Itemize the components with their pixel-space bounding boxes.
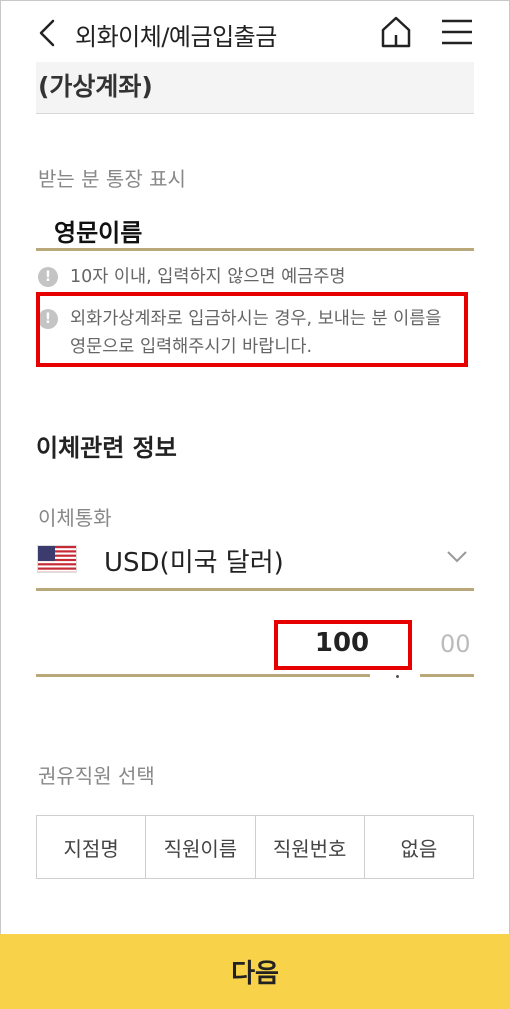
amount-underline xyxy=(36,674,370,677)
us-flag-icon xyxy=(37,545,77,573)
transfer-info-title: 이체관련 정보 xyxy=(36,434,177,462)
notice-length: ! 10자 이내, 입력하지 않으면 예금주명 xyxy=(38,263,345,291)
decimal-point xyxy=(396,675,399,678)
virtual-account-text: (가상계좌) xyxy=(38,72,153,101)
notice-length-text: 10자 이내, 입력하지 않으면 예금주명 xyxy=(70,267,346,287)
currency-select[interactable]: USD(미국 달러) xyxy=(104,542,284,579)
staff-option-name[interactable]: 직원이름 xyxy=(146,816,256,878)
currency-label: 이체통화 xyxy=(38,506,112,530)
notice-highlight-box xyxy=(36,292,468,367)
currency-underline xyxy=(36,588,474,591)
info-icon: ! xyxy=(38,267,58,287)
page-title: 외화이체/예금입출금 xyxy=(75,23,277,51)
decimal-underline xyxy=(420,674,474,677)
virtual-account-field: (가상계좌) xyxy=(36,62,474,114)
staff-option-group: 지점명 직원이름 직원번호 없음 xyxy=(36,815,474,879)
top-bar: 외화이체/예금입출금 xyxy=(0,0,510,62)
home-icon[interactable] xyxy=(380,15,412,49)
recipient-display-label: 받는 분 통장 표시 xyxy=(38,167,186,191)
menu-icon[interactable] xyxy=(440,18,474,46)
back-arrow-icon[interactable] xyxy=(36,18,58,48)
staff-select-label: 권유직원 선택 xyxy=(38,764,155,788)
amount-highlight-box xyxy=(274,620,412,670)
staff-option-branch[interactable]: 지점명 xyxy=(37,816,147,878)
staff-option-none[interactable]: 없음 xyxy=(365,816,473,878)
recipient-display-input[interactable]: 영문이름 xyxy=(54,213,142,248)
recipient-input-underline xyxy=(36,248,474,251)
next-button[interactable]: 다음 xyxy=(0,934,510,1009)
staff-option-number[interactable]: 직원번호 xyxy=(256,816,365,878)
chevron-down-icon[interactable] xyxy=(446,550,468,564)
amount-decimal-input[interactable]: 00 xyxy=(440,630,471,658)
